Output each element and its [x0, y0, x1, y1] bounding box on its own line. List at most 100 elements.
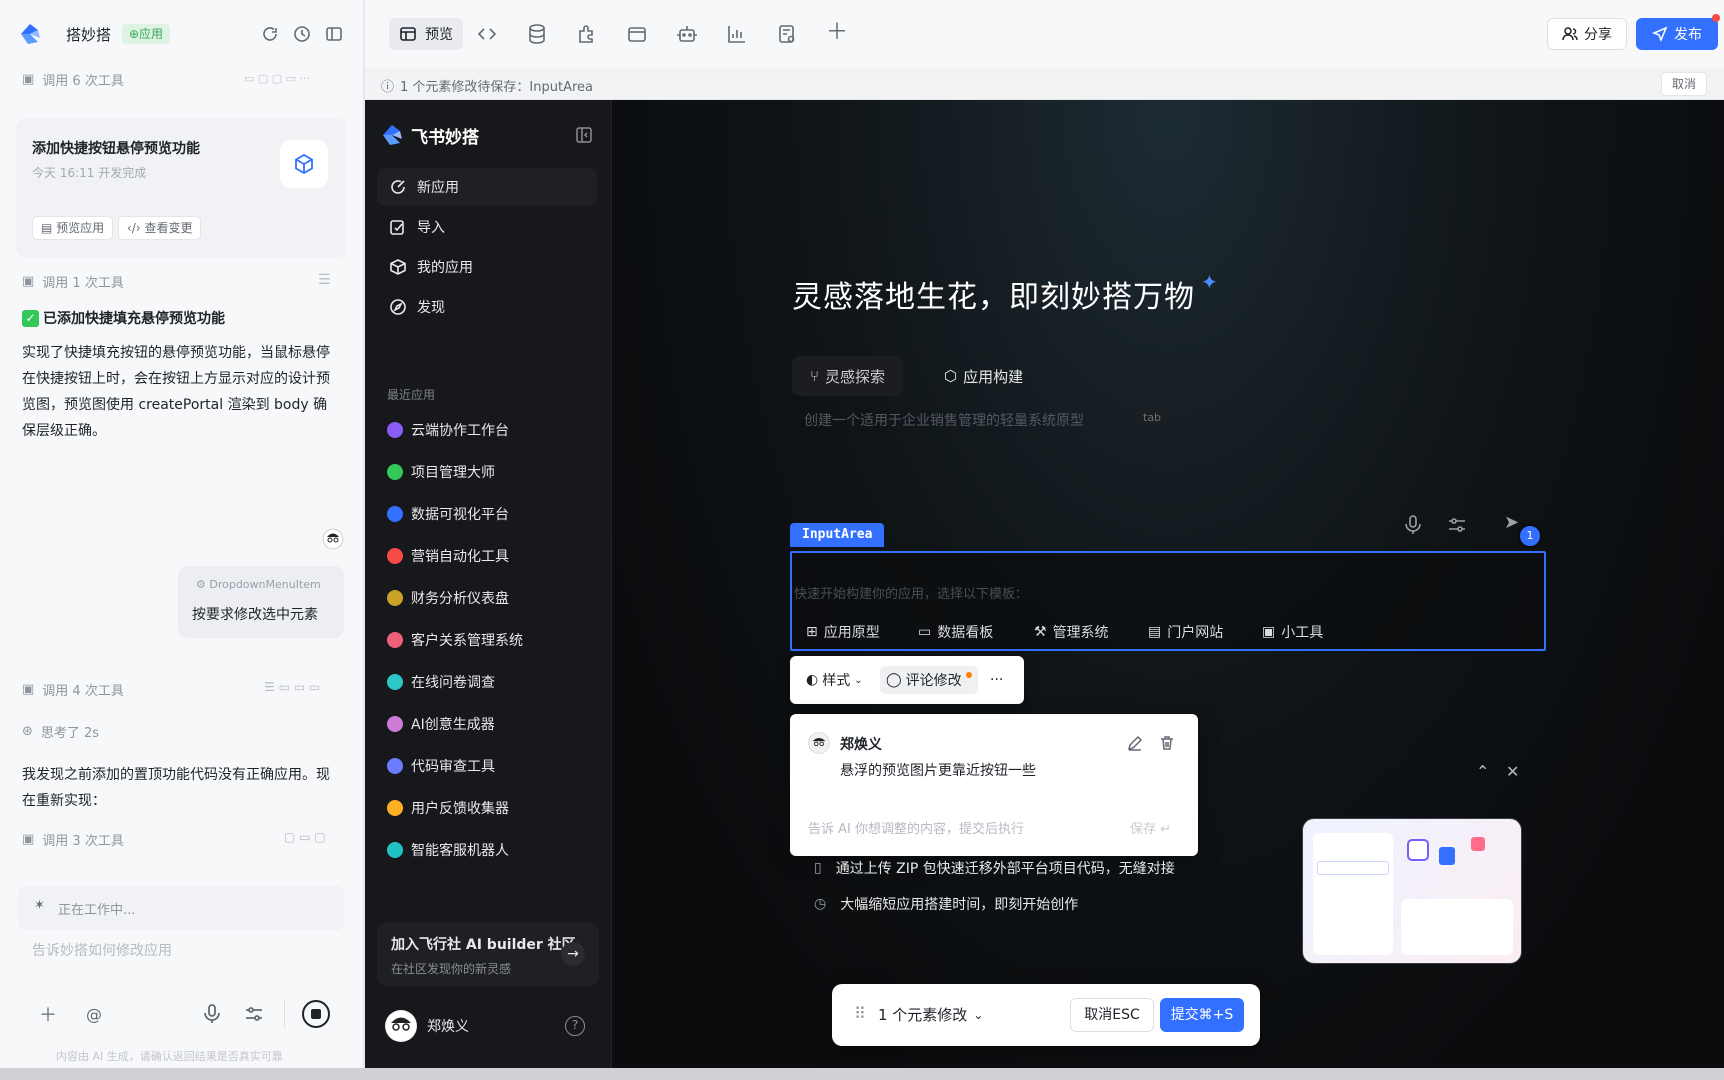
collapse-sidebar-icon[interactable]: [575, 126, 593, 144]
user-message-bubble: ⚙ DropdownMenuItem 按要求修改选中元素: [178, 566, 344, 638]
microphone-icon[interactable]: [200, 1002, 224, 1026]
tool-call-row[interactable]: ▣ 调用 1 次工具: [22, 270, 124, 292]
cancel-pending-button[interactable]: 取消: [1661, 72, 1708, 96]
template-portal[interactable]: ▤ 门户网站: [1148, 622, 1223, 642]
close-icon[interactable]: ✕: [1506, 762, 1519, 781]
layout-toggle-icon[interactable]: [324, 24, 344, 44]
prompt-hint: 创建一个适用于企业销售管理的轻量系统原型: [804, 413, 1084, 429]
mention-icon[interactable]: @: [82, 1002, 106, 1026]
comment-text: 悬浮的预览图片更靠近按钮一些: [840, 763, 1036, 779]
promo-title: 加入飞行社 AI builder 社区: [391, 937, 576, 953]
recent-app-item[interactable]: 客户关系管理系统: [387, 628, 523, 652]
user-profile[interactable]: 郑焕义: [385, 1010, 469, 1042]
tool-call-row[interactable]: ▣ 调用 6 次工具: [22, 68, 124, 90]
nav-discover[interactable]: 发现: [377, 288, 597, 326]
save-comment-button[interactable]: 保存 ↵: [1130, 818, 1171, 837]
tab-inspiration[interactable]: ⑂ 灵感探索: [792, 356, 904, 396]
stop-button[interactable]: [302, 1000, 330, 1028]
chat-input[interactable]: 告诉妙搭如何修改应用: [32, 940, 172, 960]
drag-handle-icon[interactable]: ⠿: [854, 1004, 866, 1023]
app-status-badge: ⊕应用: [122, 24, 171, 44]
recent-app-item[interactable]: 财务分析仪表盘: [387, 586, 509, 610]
cube-icon: ⬡: [944, 367, 958, 385]
wrench-icon: ⚒: [1034, 624, 1047, 640]
nav-new-app[interactable]: 新应用: [377, 168, 597, 206]
recent-app-item[interactable]: 数据可视化平台: [387, 502, 509, 526]
tab-preview[interactable]: 预览: [389, 18, 463, 50]
feature-item: ▯ 通过上传 ZIP 包快速迁移外部平台项目代码，无缝对接: [814, 860, 1175, 877]
list-icon[interactable]: ☰: [318, 272, 331, 288]
more-options-button[interactable]: ···: [984, 666, 1009, 694]
changes-count-dropdown[interactable]: 1 个元素修改 ⌄: [878, 1004, 983, 1025]
tab-key-hint: tab: [1138, 410, 1167, 425]
template-tool[interactable]: ▣ 小工具: [1262, 622, 1323, 642]
preview-app-button[interactable]: ▤ 预览应用: [32, 216, 114, 240]
tool-call-row[interactable]: ▣ 调用 3 次工具: [22, 828, 124, 850]
tool-call-label: 调用 4 次工具: [42, 683, 124, 699]
thinking-row[interactable]: ⊛ 思考了 2s: [22, 722, 99, 741]
divider: [284, 1000, 285, 1028]
toolbox-icon: ▣: [1262, 624, 1276, 640]
tab-app-build[interactable]: ⬡ 应用构建: [926, 356, 1041, 396]
view-changes-button[interactable]: ‹/› 查看变更: [118, 216, 202, 240]
comment-edit-button[interactable]: ◯ 评论修改: [880, 666, 978, 694]
app-icon: [387, 548, 403, 564]
add-tab-icon[interactable]: ＋: [825, 22, 849, 46]
app-icon: [387, 422, 403, 438]
recent-app-item[interactable]: 用户反馈收集器: [387, 796, 509, 820]
comment-input[interactable]: 告诉 AI 你想调整的内容，提交后执行: [808, 818, 1024, 837]
delete-icon[interactable]: [1158, 734, 1176, 752]
recent-app-item[interactable]: 代码审查工具: [387, 754, 495, 778]
nav-my-apps[interactable]: 我的应用: [377, 248, 597, 286]
database-icon[interactable]: [525, 22, 549, 46]
dev-result-card: 添加快捷按钮悬停预览功能 今天 16:11 开发完成 ▤ 预览应用 ‹/› 查看…: [16, 118, 346, 258]
community-promo[interactable]: 加入飞行社 AI builder 社区 在社区发现你的新灵感 →: [377, 922, 599, 986]
tool-icon: ▣: [22, 681, 35, 697]
tool-icon: ▣: [22, 71, 35, 87]
document-settings-icon[interactable]: [775, 22, 799, 46]
chart-icon[interactable]: [725, 22, 749, 46]
pending-changes-message: ⓘ 1 个元素修改待保存：InputArea: [381, 76, 593, 95]
folder-icon[interactable]: [625, 22, 649, 46]
chat-header: 搭妙搭 ⊕应用: [0, 0, 364, 68]
comment-icon: ◯: [886, 672, 902, 688]
submit-changes-button[interactable]: 提交⌘+S: [1160, 998, 1244, 1032]
tool-call-label: 调用 6 次工具: [42, 73, 124, 89]
app-icon: [387, 590, 403, 606]
recent-app-item[interactable]: 项目管理大师: [387, 460, 495, 484]
template-dashboard[interactable]: ▭ 数据看板: [918, 622, 993, 642]
avatar: [808, 732, 830, 754]
brain-icon: ⊛: [22, 724, 33, 739]
history-icon[interactable]: [292, 24, 312, 44]
edit-icon[interactable]: [1126, 734, 1144, 752]
robot-icon[interactable]: [675, 22, 699, 46]
nav-import[interactable]: 导入: [377, 208, 597, 246]
publish-button[interactable]: 发布: [1636, 18, 1718, 50]
help-icon[interactable]: ?: [565, 1016, 585, 1036]
share-button[interactable]: 分享: [1547, 18, 1627, 50]
chevron-up-icon[interactable]: ⌃: [1476, 762, 1489, 781]
recent-app-item[interactable]: 在线问卷调查: [387, 670, 495, 694]
cancel-changes-button[interactable]: 取消ESC: [1070, 998, 1154, 1032]
refresh-icon[interactable]: [260, 24, 280, 44]
recent-app-item[interactable]: 云端协作工作台: [387, 418, 509, 442]
template-app-prototype[interactable]: ⊞ 应用原型: [806, 622, 880, 642]
send-icon[interactable]: ➤: [1504, 512, 1519, 533]
settings-sliders-icon[interactable]: [242, 1002, 266, 1026]
settings-sliders-icon[interactable]: [1446, 514, 1468, 536]
microphone-icon[interactable]: [1402, 514, 1424, 536]
template-management[interactable]: ⚒ 管理系统: [1034, 622, 1109, 642]
add-icon[interactable]: ＋: [36, 1002, 60, 1026]
code-icon[interactable]: [475, 22, 499, 46]
tool-icon: ▣: [22, 273, 35, 289]
recent-app-item[interactable]: AI创意生成器: [387, 712, 495, 736]
plugin-icon[interactable]: [575, 22, 599, 46]
miaoda-logo-icon: [21, 24, 40, 44]
cube-icon: [390, 259, 406, 275]
style-dropdown[interactable]: ◐ 样式 ⌄: [800, 666, 869, 694]
recent-app-item[interactable]: 智能客服机器人: [387, 838, 509, 862]
pending-changes-bar: ⓘ 1 个元素修改待保存：InputArea 取消: [365, 68, 1724, 100]
recent-app-item[interactable]: 营销自动化工具: [387, 544, 509, 568]
arrow-right-icon[interactable]: →: [561, 942, 585, 966]
tool-call-row[interactable]: ▣ 调用 4 次工具: [22, 678, 124, 700]
